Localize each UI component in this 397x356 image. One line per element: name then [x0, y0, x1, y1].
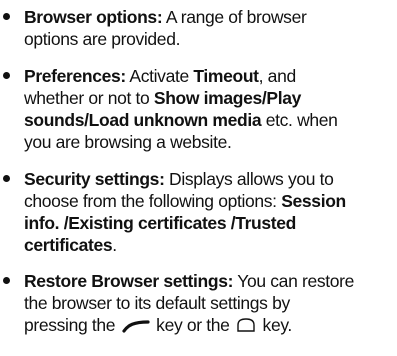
item-title: Restore Browser settings: — [24, 271, 234, 291]
bullet — [3, 175, 10, 182]
item-title: Browser options: — [24, 7, 163, 27]
item-text: Preferences: Activate Timeout, and wheth… — [24, 65, 396, 153]
item-keyword: sounds/Load unknown media — [24, 110, 262, 130]
item-text: Restore Browser settings: You can restor… — [24, 270, 396, 336]
left-soft-key-icon — [122, 320, 150, 333]
manual-page: Browser options: A range of browser opti… — [0, 0, 397, 356]
item-body: You can restore — [233, 271, 354, 291]
item-body: Activate — [125, 66, 194, 86]
item-body: pressing the — [24, 315, 120, 335]
item-keyword: info. /Existing certificates /Trusted — [24, 213, 296, 233]
item-keyword: Session — [281, 191, 346, 211]
bullet — [3, 72, 10, 79]
item-body: key. — [258, 315, 293, 335]
item-keyword: Timeout — [193, 66, 259, 86]
item-body: A range of browser — [162, 7, 307, 27]
item-keyword: Show images/Play — [153, 88, 301, 108]
item-body: you are browsing a website. — [24, 132, 232, 152]
item-body: whether or not to — [24, 88, 154, 108]
item-body: the browser to its default settings by — [24, 293, 290, 313]
item-body: etc. when — [261, 110, 338, 130]
item-text: Browser options: A range of browser opti… — [24, 6, 396, 50]
item-body: , and — [258, 66, 297, 86]
item-body: . — [112, 235, 117, 255]
bullet — [3, 277, 10, 284]
item-text: Security settings: Displays allows you t… — [24, 168, 396, 256]
item-body: Displays allows you to — [164, 169, 334, 189]
bullet — [3, 13, 10, 20]
item-body: options are provided. — [24, 29, 181, 49]
item-body: choose from the following options: — [24, 191, 282, 211]
item-body: key or the — [151, 315, 235, 335]
menu-key-icon — [237, 318, 255, 332]
item-title: Security settings: — [24, 169, 165, 189]
item-title: Preferences: — [24, 66, 126, 86]
item-keyword: certificates — [24, 235, 113, 255]
